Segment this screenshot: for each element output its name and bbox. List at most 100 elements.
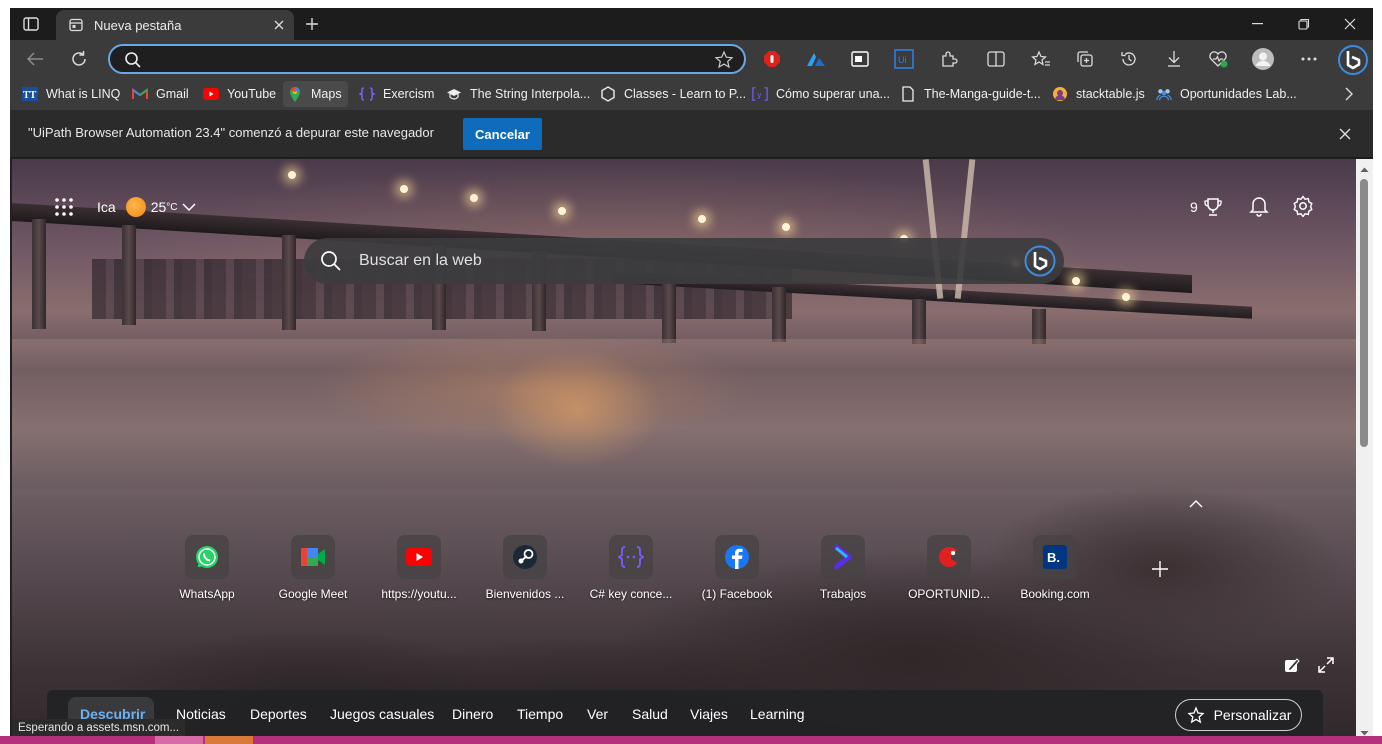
tab-salud[interactable]: Salud: [632, 706, 668, 722]
quick-link-whatsapp[interactable]: WhatsApp: [154, 535, 260, 605]
tab-title: Nueva pestaña: [94, 17, 182, 33]
bing-copilot-icon[interactable]: [1337, 44, 1369, 76]
taskbar-item[interactable]: [155, 736, 203, 744]
toolbar: Ui: [10, 40, 1373, 78]
quick-link-csharp[interactable]: C# key conce...: [578, 535, 684, 605]
quick-link-youtube[interactable]: https://youtu...: [366, 535, 472, 605]
steam-icon: [513, 545, 537, 569]
svg-text:B.: B.: [1047, 550, 1060, 565]
download-icon[interactable]: [1163, 48, 1185, 70]
refresh-icon[interactable]: [64, 44, 94, 74]
favorite-star-icon[interactable]: [714, 50, 734, 70]
collections-icon[interactable]: [1074, 48, 1096, 70]
cancel-button[interactable]: Cancelar: [463, 118, 542, 150]
puzzle-extensions-icon[interactable]: [938, 48, 960, 70]
close-tab-icon[interactable]: [268, 14, 290, 36]
close-window-icon[interactable]: [1327, 8, 1373, 40]
close-infobar-icon[interactable]: [1335, 124, 1355, 144]
gear-icon[interactable]: [1291, 194, 1315, 218]
quick-link-trabajos[interactable]: Trabajos: [790, 535, 896, 605]
rewards-count: 9: [1190, 199, 1198, 215]
svg-text:Ui: Ui: [898, 55, 907, 65]
window-extension-icon[interactable]: [849, 48, 871, 70]
rewards-widget[interactable]: 9: [1190, 196, 1222, 218]
split-screen-icon[interactable]: [985, 48, 1007, 70]
tab-actions-icon[interactable]: [20, 14, 42, 34]
expand-icon[interactable]: [1316, 655, 1336, 675]
profile-avatar[interactable]: [1252, 48, 1274, 70]
quick-link-booking[interactable]: B. Booking.com: [1002, 535, 1108, 605]
bookmark-oportunidades[interactable]: Oportunidades Lab...: [1152, 81, 1303, 107]
tab-juegos-casuales[interactable]: Juegos casuales: [330, 706, 434, 722]
bookmark-classes[interactable]: Classes - Learn to P...: [596, 81, 752, 107]
youtube-icon: [406, 548, 432, 566]
address-input[interactable]: [150, 49, 710, 69]
new-tab-page-icon: [68, 17, 84, 33]
weather-widget[interactable]: Ica 25 °C: [97, 196, 196, 218]
quick-link-facebook[interactable]: (1) Facebook: [684, 535, 790, 605]
people-icon: [1156, 86, 1172, 102]
bookmark-stacktable[interactable]: stacktable.js: [1048, 81, 1151, 107]
tab-deportes[interactable]: Deportes: [250, 706, 307, 722]
whatsapp-icon: [196, 546, 218, 568]
facebook-icon: [725, 545, 749, 569]
bell-icon[interactable]: [1247, 194, 1271, 218]
uipath-extension-icon[interactable]: Ui: [893, 48, 915, 70]
bookmark-string-interpolation[interactable]: The String Interpola...: [442, 81, 596, 107]
bookmark-what-is-linq[interactable]: TT What is LINQ: [18, 81, 126, 107]
restore-icon[interactable]: [1281, 8, 1327, 40]
exercism-icon: [359, 86, 375, 102]
bookmark-gmail[interactable]: Gmail: [128, 81, 195, 107]
bookmark-youtube[interactable]: YouTube: [199, 81, 282, 107]
svg-text:TT: TT: [23, 90, 37, 101]
tab-dinero[interactable]: Dinero: [452, 706, 493, 722]
quick-link-oportunidades[interactable]: OPORTUNID...: [896, 535, 1002, 605]
status-bar: Esperando a assets.msn.com...: [12, 719, 186, 737]
back-arrow-icon[interactable]: [20, 44, 50, 74]
bing-chat-icon[interactable]: [1024, 245, 1056, 277]
bookmark-como-superar[interactable]: y Cómo superar una...: [748, 81, 896, 107]
new-tab-page: Ica 25°C 9 WhatsApp: [12, 159, 1356, 744]
weather-temp: 25: [150, 199, 167, 215]
taskbar-item[interactable]: [205, 736, 253, 744]
web-search-input[interactable]: [359, 250, 979, 272]
weather-unit: °C: [166, 201, 178, 213]
chevron-right-icon[interactable]: [1339, 84, 1359, 104]
booking-icon: B.: [1043, 545, 1067, 569]
add-quick-link-plus-icon[interactable]: [1148, 557, 1172, 581]
tab-learning[interactable]: Learning: [750, 706, 805, 722]
adblock-extension-icon[interactable]: [761, 48, 783, 70]
scroll-up-arrow-icon[interactable]: [1360, 165, 1369, 174]
edit-background-icon[interactable]: [1282, 655, 1302, 675]
new-tab-plus-icon[interactable]: [300, 13, 324, 35]
address-bar[interactable]: [108, 44, 746, 74]
tt-icon: TT: [22, 86, 38, 102]
chevron-up-icon[interactable]: [1186, 496, 1206, 512]
tab-tiempo[interactable]: Tiempo: [517, 706, 563, 722]
more-options-icon[interactable]: [1298, 48, 1320, 70]
bracket-y-icon: y: [752, 86, 768, 102]
bookmark-exercism[interactable]: Exercism: [355, 81, 440, 107]
history-icon[interactable]: [1118, 48, 1140, 70]
bookmark-manga-guide[interactable]: The-Manga-guide-t...: [896, 81, 1047, 107]
favorites-icon[interactable]: [1030, 48, 1052, 70]
bookmark-maps[interactable]: Maps: [283, 81, 348, 107]
tab-viajes[interactable]: Viajes: [690, 706, 728, 722]
taskbar-strip: [0, 736, 1382, 744]
scrollbar-thumb[interactable]: [1360, 179, 1368, 447]
tab-ver[interactable]: Ver: [587, 706, 608, 722]
code-braces-icon: [618, 546, 644, 568]
gmail-icon: [132, 86, 148, 102]
browser-essentials-icon[interactable]: [1207, 48, 1229, 70]
tab-new-tab[interactable]: Nueva pestaña: [56, 10, 294, 40]
arc-extension-icon[interactable]: [805, 48, 827, 70]
page-scrollbar[interactable]: [1356, 159, 1373, 744]
trophy-icon: [1204, 198, 1222, 216]
app-launcher-icon[interactable]: [52, 195, 76, 219]
maps-icon: [287, 86, 303, 102]
minimize-icon[interactable]: [1235, 8, 1281, 40]
quick-link-steam[interactable]: Bienvenidos ...: [472, 535, 578, 605]
quick-link-google-meet[interactable]: Google Meet: [260, 535, 366, 605]
web-search-box[interactable]: [304, 238, 1064, 284]
personalize-button[interactable]: Personalizar: [1175, 699, 1302, 731]
